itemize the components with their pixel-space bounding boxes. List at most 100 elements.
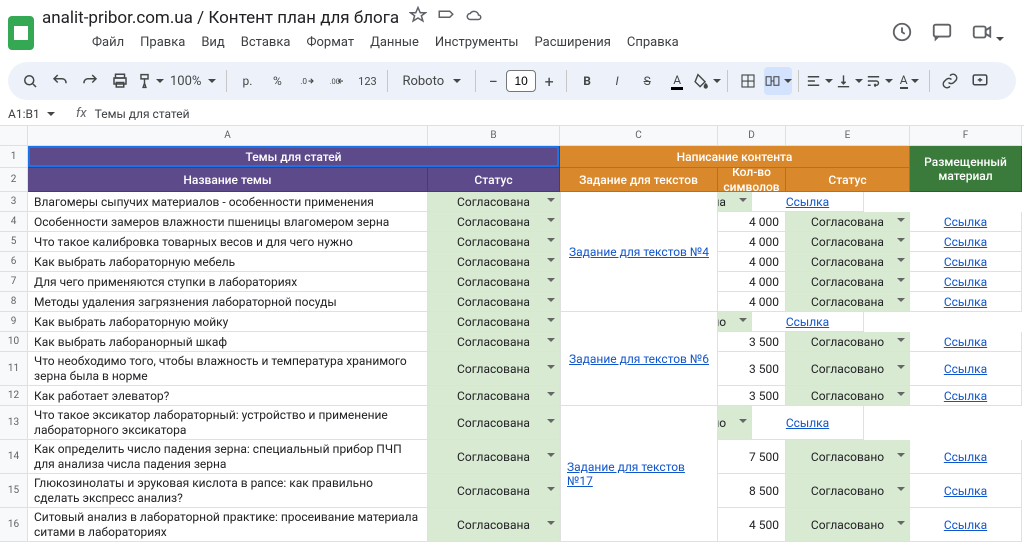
task-link-cell[interactable]: Задание для текстов №17 [560,406,718,542]
text-color-button[interactable]: A [663,67,691,95]
material-link[interactable]: Ссылка [786,416,829,430]
topic-cell[interactable]: Глюкозинолаты и эруковая кислота в рапсе… [28,474,428,508]
status-cell[interactable]: Согласована [428,272,560,292]
menu-insert[interactable]: Вставка [235,31,297,54]
row-header[interactable]: 4 [0,212,28,232]
status-cell[interactable]: Согласована [428,406,560,440]
search-menu-icon[interactable] [16,67,44,95]
status-e-cell[interactable]: Согласовано [786,440,910,474]
status-cell[interactable]: Согласована [428,292,560,312]
bold-button[interactable]: B [573,67,601,95]
row-header[interactable]: 12 [0,386,28,406]
status-cell[interactable]: Согласована [428,212,560,232]
select-all-corner[interactable] [0,126,28,146]
status-e-cell[interactable]: Согласовано [786,332,910,352]
status-e-cell[interactable]: Согласовано [786,352,910,386]
col-header[interactable]: D [718,126,786,146]
link-cell[interactable]: Ссылка [910,386,1022,406]
link-cell[interactable]: Ссылка [910,272,1022,292]
col-header[interactable]: E [786,126,910,146]
task-link[interactable]: Задание для текстов №17 [567,460,711,488]
topic-cell[interactable]: Что такое эксикатор лабораторный: устрой… [28,406,428,440]
topic-cell[interactable]: Что такое калибровка товарных весов и дл… [28,232,428,252]
col-header[interactable]: F [910,126,1022,146]
link-cell[interactable]: Ссылка [910,440,1022,474]
increase-decimal-icon[interactable]: .00 [323,67,351,95]
symbols-cell[interactable]: 3 500 [718,386,786,406]
row-header[interactable]: 6 [0,252,28,272]
topic-cell[interactable]: Что необходимо того, чтобы влажность и т… [28,352,428,386]
more-formats-button[interactable]: 123 [353,67,381,95]
decrease-decimal-icon[interactable]: .0 [293,67,321,95]
task-link-cell[interactable]: Задание для текстов №4 [560,192,718,312]
material-link[interactable]: Ссылка [786,195,829,209]
row-header[interactable]: 1 [0,146,28,168]
name-box[interactable]: A1:B1 [8,107,68,121]
status-cell[interactable]: Согласована [428,474,560,508]
subheader-symbols[interactable]: Кол-во символов [718,168,786,192]
material-link[interactable]: Ссылка [944,450,987,464]
topic-cell[interactable]: Как выбрать лабораторную мебель [28,252,428,272]
header-published[interactable]: Размещенный материал [910,146,1022,192]
document-title[interactable]: analit-pribor.com.ua / Контент план для … [42,6,883,29]
subheader-task[interactable]: Задание для текстов [560,168,718,192]
status-cell[interactable]: Согласована [428,312,560,332]
menu-format[interactable]: Формат [300,31,360,54]
menu-edit[interactable]: Правка [134,31,191,54]
menu-view[interactable]: Вид [195,31,230,54]
status-cell[interactable]: Согласована [428,232,560,252]
topic-cell[interactable]: Как выбрать лабораторную мойку [28,312,428,332]
link-cell[interactable]: Ссылка [910,508,1022,542]
link-cell[interactable]: Ссылка [752,192,864,212]
row-header[interactable]: 3 [0,192,28,212]
task-link[interactable]: Задание для текстов №4 [569,245,709,259]
horizontal-align-button[interactable] [805,67,833,95]
symbols-cell[interactable]: 4 000 [718,272,786,292]
status-e-cell[interactable]: Согласована [786,272,910,292]
col-header[interactable]: C [560,126,718,146]
row-header[interactable]: 13 [0,406,28,440]
symbols-cell[interactable]: 4 000 [718,292,786,312]
formula-bar[interactable]: Темы для статей [95,107,190,121]
status-e-cell[interactable]: Согласовано [786,474,910,508]
topic-cell[interactable]: Как работает элеватор? [28,386,428,406]
history-icon[interactable] [891,21,913,46]
row-header[interactable]: 15 [0,474,28,508]
strikethrough-button[interactable]: S [633,67,661,95]
material-link[interactable]: Ссылка [944,335,987,349]
status-e-cell[interactable]: Согласована [786,232,910,252]
topic-cell[interactable]: Особенности замеров влажности пшеницы вл… [28,212,428,232]
symbols-cell[interactable]: 3 500 [718,332,786,352]
topic-cell[interactable]: Для чего применяются ступки в лаборатори… [28,272,428,292]
insert-comment-button[interactable] [966,67,994,95]
redo-icon[interactable] [76,67,104,95]
link-cell[interactable]: Ссылка [910,292,1022,312]
row-header[interactable]: 7 [0,272,28,292]
spreadsheet-grid[interactable]: 12345678910111213141516 A B C D E F Темы… [0,126,1024,542]
task-link-cell[interactable]: Задание для текстов №6 [560,312,718,406]
cloud-icon[interactable] [465,6,483,29]
link-cell[interactable]: Ссылка [752,406,864,440]
paint-format-icon[interactable] [136,67,164,95]
row-header[interactable]: 8 [0,292,28,312]
decrease-font-size-button[interactable]: − [482,70,504,92]
comment-icon[interactable] [931,21,953,46]
meet-icon[interactable] [971,21,1004,46]
status-e-cell[interactable]: Согласовано [786,386,910,406]
link-cell[interactable]: Ссылка [910,352,1022,386]
task-link[interactable]: Задание для текстов №6 [569,352,709,366]
link-cell[interactable]: Ссылка [910,474,1022,508]
vertical-align-button[interactable] [835,67,863,95]
row-header[interactable]: 14 [0,440,28,474]
status-cell[interactable]: Согласована [428,440,560,474]
star-icon[interactable] [409,6,427,29]
status-cell[interactable]: Согласована [428,352,560,386]
italic-button[interactable]: I [603,67,631,95]
symbols-cell[interactable]: 4 000 [718,252,786,272]
header-themes[interactable]: Темы для статей [28,146,560,168]
status-cell[interactable]: Согласована [428,252,560,272]
material-link[interactable]: Ссылка [944,295,987,309]
status-cell[interactable]: Согласована [428,192,560,212]
symbols-cell[interactable]: 4 000 [718,212,786,232]
status-e-cell[interactable]: Согласована [786,252,910,272]
